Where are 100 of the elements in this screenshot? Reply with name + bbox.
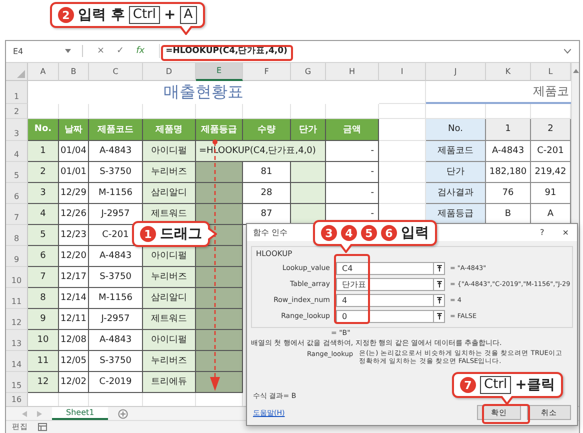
step-number: 6 bbox=[381, 225, 397, 241]
table-cell: 3 bbox=[28, 182, 59, 204]
table-cell: 12/23 bbox=[59, 224, 89, 246]
step-number: 7 bbox=[460, 377, 476, 393]
callout-text: 입력 후 bbox=[78, 6, 125, 24]
name-box[interactable]: E4 bbox=[10, 44, 74, 58]
argument-field[interactable]: 단가표 bbox=[336, 278, 434, 290]
table-cell: 누리버즈 bbox=[143, 266, 196, 288]
sheet-tab[interactable]: Sheet1 bbox=[52, 407, 108, 420]
table-cell: 제품코드 bbox=[426, 140, 486, 162]
sheet-title: 매출현황표 bbox=[164, 82, 244, 103]
table-cell: 81 bbox=[243, 162, 291, 183]
table-cell: 12 bbox=[28, 372, 59, 393]
row-number[interactable]: 7 bbox=[6, 204, 28, 225]
table-cell: 제품등급 bbox=[196, 118, 243, 141]
dialog-title: 함수 인수 bbox=[253, 227, 288, 238]
column-header[interactable]: G bbox=[291, 62, 326, 81]
table-cell: A-4843 bbox=[486, 140, 531, 162]
callout-text: +클릭 bbox=[515, 376, 555, 394]
table-cell: A-4843 bbox=[89, 330, 143, 351]
table-cell: S-3750 bbox=[89, 162, 143, 183]
table-cell: 단가 bbox=[426, 162, 486, 183]
table-cell: 12/02 bbox=[59, 372, 89, 393]
table-cell: 삼리알디 bbox=[143, 288, 196, 309]
argument-field[interactable]: 0 bbox=[336, 310, 434, 322]
argument-field[interactable]: C4 bbox=[336, 262, 434, 274]
table-cell: 아이디펄 bbox=[143, 330, 196, 351]
table-cell: 11 bbox=[28, 350, 59, 372]
step-number: 2 bbox=[58, 7, 74, 23]
table-cell: 182,180 bbox=[486, 162, 531, 183]
table-cell: 8 bbox=[28, 288, 59, 309]
table-cell: 날짜 bbox=[59, 118, 89, 141]
table-cell: 6 bbox=[28, 246, 59, 267]
table-cell: 87 bbox=[243, 204, 291, 225]
table-cell: 12/05 bbox=[59, 350, 89, 372]
row-number[interactable]: 4 bbox=[6, 140, 28, 162]
table-cell: 단가 bbox=[291, 118, 326, 141]
table-cell: 12/17 bbox=[59, 266, 89, 288]
table-cell: C-2019 bbox=[89, 372, 143, 393]
column-header[interactable]: E bbox=[196, 62, 243, 81]
row-number[interactable]: 16 bbox=[6, 392, 28, 406]
table-cell: 4 bbox=[28, 204, 59, 225]
close-button[interactable]: × bbox=[562, 228, 569, 237]
row-number[interactable]: 8 bbox=[6, 224, 28, 246]
row-number[interactable]: 5 bbox=[6, 162, 28, 183]
row-number[interactable]: 10 bbox=[6, 266, 28, 288]
row-number[interactable]: 3 bbox=[6, 118, 28, 141]
table-cell: - bbox=[326, 182, 379, 204]
step-number: 3 bbox=[321, 225, 337, 241]
row-number[interactable]: 12 bbox=[6, 308, 28, 330]
table-cell: 제트워드 bbox=[143, 308, 196, 330]
step-number: 1 bbox=[140, 226, 156, 242]
table-cell: C-201 bbox=[531, 140, 571, 162]
column-header[interactable]: I bbox=[379, 62, 426, 81]
table-cell: M-1156 bbox=[89, 182, 143, 204]
table-cell: - bbox=[326, 140, 379, 162]
table-cell: 1 bbox=[28, 140, 59, 162]
key-label: A bbox=[180, 6, 197, 24]
row-number[interactable]: 6 bbox=[6, 182, 28, 204]
step-number: 5 bbox=[361, 225, 377, 241]
column-header[interactable]: A bbox=[28, 62, 59, 81]
table-cell: 아이디펄 bbox=[143, 140, 196, 162]
table-cell: 누리버즈 bbox=[143, 162, 196, 183]
enter-button[interactable]: ✓ bbox=[116, 46, 124, 56]
table-cell: 12/08 bbox=[59, 330, 89, 351]
row-number[interactable]: 15 bbox=[6, 372, 28, 393]
cancel-button[interactable]: × bbox=[97, 46, 105, 56]
table-cell: 12/20 bbox=[59, 246, 89, 267]
table-cell: No. bbox=[426, 118, 486, 141]
column-header[interactable]: L bbox=[531, 62, 571, 81]
column-header[interactable]: H bbox=[326, 62, 379, 81]
table-cell: 트리에듀 bbox=[143, 372, 196, 393]
table-cell: - bbox=[326, 162, 379, 183]
column-header[interactable]: F bbox=[243, 62, 291, 81]
table-cell: 219,42 bbox=[531, 162, 571, 183]
column-header[interactable]: K bbox=[486, 62, 531, 81]
row-number[interactable]: 14 bbox=[6, 350, 28, 372]
row-number[interactable]: 2 bbox=[6, 104, 28, 119]
table-cell: 76 bbox=[486, 182, 531, 204]
table-cell: S-3750 bbox=[89, 350, 143, 372]
table-cell: 10 bbox=[28, 330, 59, 351]
table-cell: 삼리알디 bbox=[143, 182, 196, 204]
table-cell: 2 bbox=[531, 118, 571, 141]
row-number[interactable]: 11 bbox=[6, 288, 28, 309]
table-cell: S-3750 bbox=[89, 266, 143, 288]
formula-field[interactable]: =HLOOKUP(C4,단가표,4,0) bbox=[158, 44, 575, 58]
column-header[interactable]: J bbox=[426, 62, 486, 81]
row-number[interactable]: 9 bbox=[6, 246, 28, 267]
table-cell: =HLOOKUP(C4,단가표,4,0) bbox=[196, 140, 326, 162]
column-header[interactable]: D bbox=[143, 62, 196, 81]
column-header[interactable]: B bbox=[59, 62, 89, 81]
column-header[interactable]: C bbox=[89, 62, 143, 81]
insert-function-button[interactable]: fx bbox=[136, 46, 145, 56]
argument-field[interactable]: 4 bbox=[336, 294, 434, 306]
row-number[interactable]: 13 bbox=[6, 330, 28, 351]
table-cell: 아이디펄 bbox=[143, 246, 196, 267]
table-cell: 2 bbox=[28, 162, 59, 183]
help-button[interactable]: ? bbox=[540, 228, 544, 237]
table-cell: 5 bbox=[28, 224, 59, 246]
row-number[interactable]: 1 bbox=[6, 80, 28, 104]
